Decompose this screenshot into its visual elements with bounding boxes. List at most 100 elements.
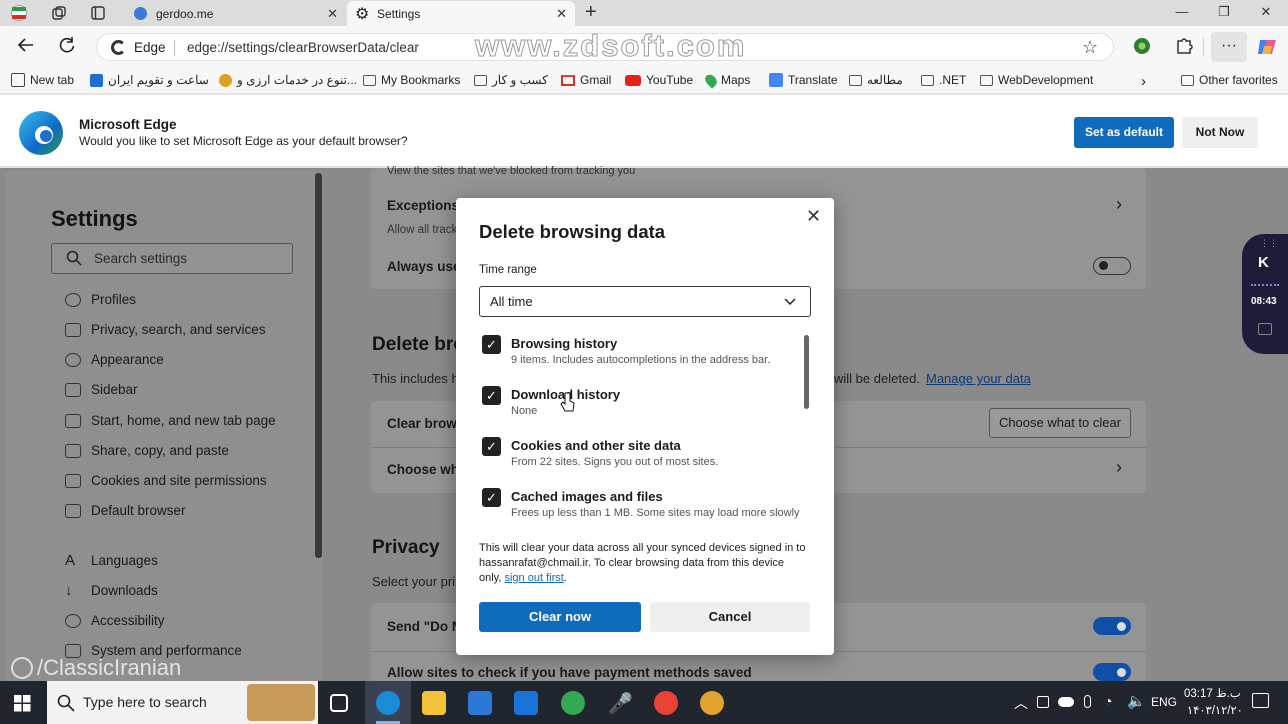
sidebar-item-accessibility[interactable]: Accessibility bbox=[65, 613, 165, 628]
bookmark-new-tab[interactable]: New tab bbox=[11, 73, 74, 87]
microphone-icon[interactable]: 🎤 bbox=[608, 691, 633, 715]
star-favorite-icon[interactable]: ☆ bbox=[1082, 37, 1098, 58]
extensions-puzzle-icon[interactable] bbox=[1173, 36, 1195, 58]
task-view-icon[interactable] bbox=[330, 694, 348, 712]
windows-start-icon[interactable] bbox=[14, 695, 31, 715]
more-menu-button[interactable]: ··· bbox=[1211, 32, 1247, 62]
bookmark-folder-webdev[interactable]: WebDevelopment bbox=[980, 73, 1093, 87]
windows-taskbar: Type here to search 🎤 ︿ ◔ 🔈 ENG 03:17 ب.… bbox=[0, 681, 1288, 724]
close-tab-icon[interactable]: ✕ bbox=[327, 6, 338, 22]
home-icon bbox=[65, 413, 81, 428]
camera-off-icon[interactable] bbox=[1258, 323, 1272, 335]
new-tab-button[interactable]: + bbox=[585, 1, 597, 24]
always-use-toggle[interactable] bbox=[1093, 257, 1131, 275]
search-settings-input[interactable]: Search settings bbox=[51, 243, 293, 274]
notification-icon[interactable] bbox=[1252, 693, 1269, 708]
bookmark-maps[interactable]: Maps bbox=[702, 71, 750, 89]
sync-note-line: hassanrafat@chmail.ir. To clear browsing… bbox=[479, 557, 785, 569]
address-bar[interactable]: Edge edge://settings/clearBrowserData/cl… bbox=[96, 28, 1114, 64]
edge-taskbar-icon[interactable] bbox=[376, 691, 400, 715]
app-icon[interactable] bbox=[700, 691, 724, 715]
close-tab-icon[interactable]: ✕ bbox=[556, 6, 567, 22]
bookmark-folder-dotnet[interactable]: .NET bbox=[921, 73, 966, 87]
sidebar-item-privacy[interactable]: Privacy, search, and services bbox=[65, 322, 266, 337]
payment-methods-toggle[interactable] bbox=[1093, 663, 1131, 681]
browsing-history-checkbox[interactable]: ✓ bbox=[482, 335, 501, 354]
tab-settings[interactable]: ⚙ Settings ✕ bbox=[347, 1, 575, 26]
file-explorer-icon[interactable] bbox=[422, 691, 446, 715]
exceptions-subtitle: Allow all track bbox=[387, 224, 458, 236]
sidebar-item-share-copy[interactable]: Share, copy, and paste bbox=[65, 443, 229, 458]
bookmark-translate[interactable]: Translate bbox=[769, 73, 838, 87]
bookmark-currency[interactable]: تنوع در خدمات ارزی و... bbox=[219, 73, 357, 87]
sidebar-icon bbox=[65, 382, 81, 397]
drag-handle-icon[interactable]: ⋮⋮ bbox=[1260, 238, 1278, 249]
bookmark-folder-my-bookmarks[interactable]: My Bookmarks bbox=[363, 73, 460, 87]
chrome-icon[interactable] bbox=[561, 691, 585, 715]
clear-now-row-label: Clear brows bbox=[387, 416, 465, 431]
onedrive-icon[interactable] bbox=[1058, 697, 1074, 707]
options-scrollbar[interactable] bbox=[804, 335, 809, 409]
sidebar-item-profiles[interactable]: Profiles bbox=[65, 292, 136, 307]
sidebar-item-appearance[interactable]: Appearance bbox=[65, 352, 164, 367]
mail-icon[interactable] bbox=[514, 691, 538, 715]
sidebar-item-downloads[interactable]: ↓ Downloads bbox=[65, 583, 158, 599]
volume-icon[interactable]: 🔈 bbox=[1127, 692, 1146, 710]
bookmark-gmail[interactable]: Gmail bbox=[561, 73, 611, 87]
close-icon[interactable]: ✕ bbox=[806, 206, 821, 227]
refresh-button[interactable] bbox=[56, 36, 78, 58]
copilot-icon[interactable] bbox=[1256, 36, 1278, 58]
sign-out-link[interactable]: sign out first bbox=[504, 572, 563, 584]
tracking-blocked-text: View the sites that we've blocked from t… bbox=[387, 165, 636, 177]
tray-chevron-icon[interactable]: ︿ bbox=[1014, 693, 1028, 713]
sidebar-item-cookies[interactable]: Cookies and site permissions bbox=[65, 473, 267, 488]
sync-note: This will clear your data across all you… bbox=[479, 541, 819, 586]
download-history-checkbox[interactable]: ✓ bbox=[482, 386, 501, 405]
cancel-button[interactable]: Cancel bbox=[650, 602, 810, 632]
set-as-default-button[interactable]: Set as default bbox=[1074, 117, 1174, 148]
sync-note-line-last: only, sign out first. bbox=[479, 572, 567, 584]
sidebar-item-languages[interactable]: A Languages bbox=[65, 553, 158, 569]
sidebar-scrollbar[interactable] bbox=[315, 173, 322, 558]
extension-icon[interactable] bbox=[1131, 36, 1153, 58]
close-window-button[interactable]: ✕ bbox=[1246, 4, 1286, 22]
edge-logo-icon bbox=[18, 110, 64, 156]
more-favorites-chevron-icon[interactable]: › bbox=[1141, 73, 1146, 90]
wifi-icon[interactable]: ◔ bbox=[1104, 693, 1112, 709]
taskbar-search-box[interactable]: Type here to search bbox=[47, 681, 318, 724]
profile-flag-icon[interactable] bbox=[8, 3, 30, 23]
choose-what-to-clear-button[interactable]: Choose what to clear bbox=[989, 408, 1131, 438]
taskbar-date[interactable]: ۱۴۰۳/۱۲/۲۰ bbox=[1187, 703, 1243, 717]
sidebar-item-sidebar[interactable]: Sidebar bbox=[65, 382, 138, 397]
taskbar-time[interactable]: 03:17 ب.ظ bbox=[1184, 686, 1241, 700]
input-language[interactable]: ENG bbox=[1151, 695, 1177, 709]
recorder-widget[interactable]: ⋮⋮ K 08:43 bbox=[1242, 234, 1288, 354]
tab-gerdoo[interactable]: gerdoo.me ✕ bbox=[126, 1, 346, 26]
choose-on-close-chevron-icon[interactable]: › bbox=[1116, 457, 1122, 478]
bookmark-folder-study[interactable]: مطالعه bbox=[849, 73, 903, 87]
minimize-button[interactable]: — bbox=[1162, 4, 1202, 22]
exceptions-chevron-icon[interactable]: › bbox=[1116, 194, 1122, 215]
bookmark-clock[interactable]: ساعت و تقویم ایران bbox=[90, 73, 209, 87]
clear-now-button[interactable]: Clear now bbox=[479, 602, 641, 632]
send-dnt-toggle[interactable] bbox=[1093, 617, 1131, 635]
restore-button[interactable]: ❐ bbox=[1204, 4, 1244, 22]
workspaces-icon[interactable] bbox=[48, 3, 70, 23]
bookmark-other-favorites[interactable]: Other favorites bbox=[1181, 73, 1278, 87]
manage-data-link[interactable]: Manage your data bbox=[926, 371, 1031, 386]
chrome-profile-icon[interactable] bbox=[654, 691, 678, 715]
back-button[interactable] bbox=[15, 36, 37, 58]
not-now-button[interactable]: Not Now bbox=[1182, 117, 1258, 148]
tab-bar: gerdoo.me ✕ ⚙ Settings ✕ + — ❐ ✕ bbox=[0, 0, 1288, 26]
cookies-checkbox[interactable]: ✓ bbox=[482, 437, 501, 456]
tab-actions-icon[interactable] bbox=[87, 3, 109, 23]
bookmark-youtube[interactable]: YouTube bbox=[625, 73, 693, 87]
sidebar-item-start-home[interactable]: Start, home, and new tab page bbox=[65, 413, 276, 428]
time-range-select[interactable]: All time bbox=[479, 286, 811, 317]
cached-images-checkbox[interactable]: ✓ bbox=[482, 488, 501, 507]
tray-app-icon[interactable] bbox=[1037, 696, 1049, 708]
store-icon[interactable] bbox=[468, 691, 492, 715]
sidebar-item-default-browser[interactable]: Default browser bbox=[65, 503, 186, 518]
tray-mic-icon[interactable] bbox=[1084, 695, 1091, 708]
bookmark-folder-business[interactable]: کسب و کار bbox=[474, 73, 548, 87]
